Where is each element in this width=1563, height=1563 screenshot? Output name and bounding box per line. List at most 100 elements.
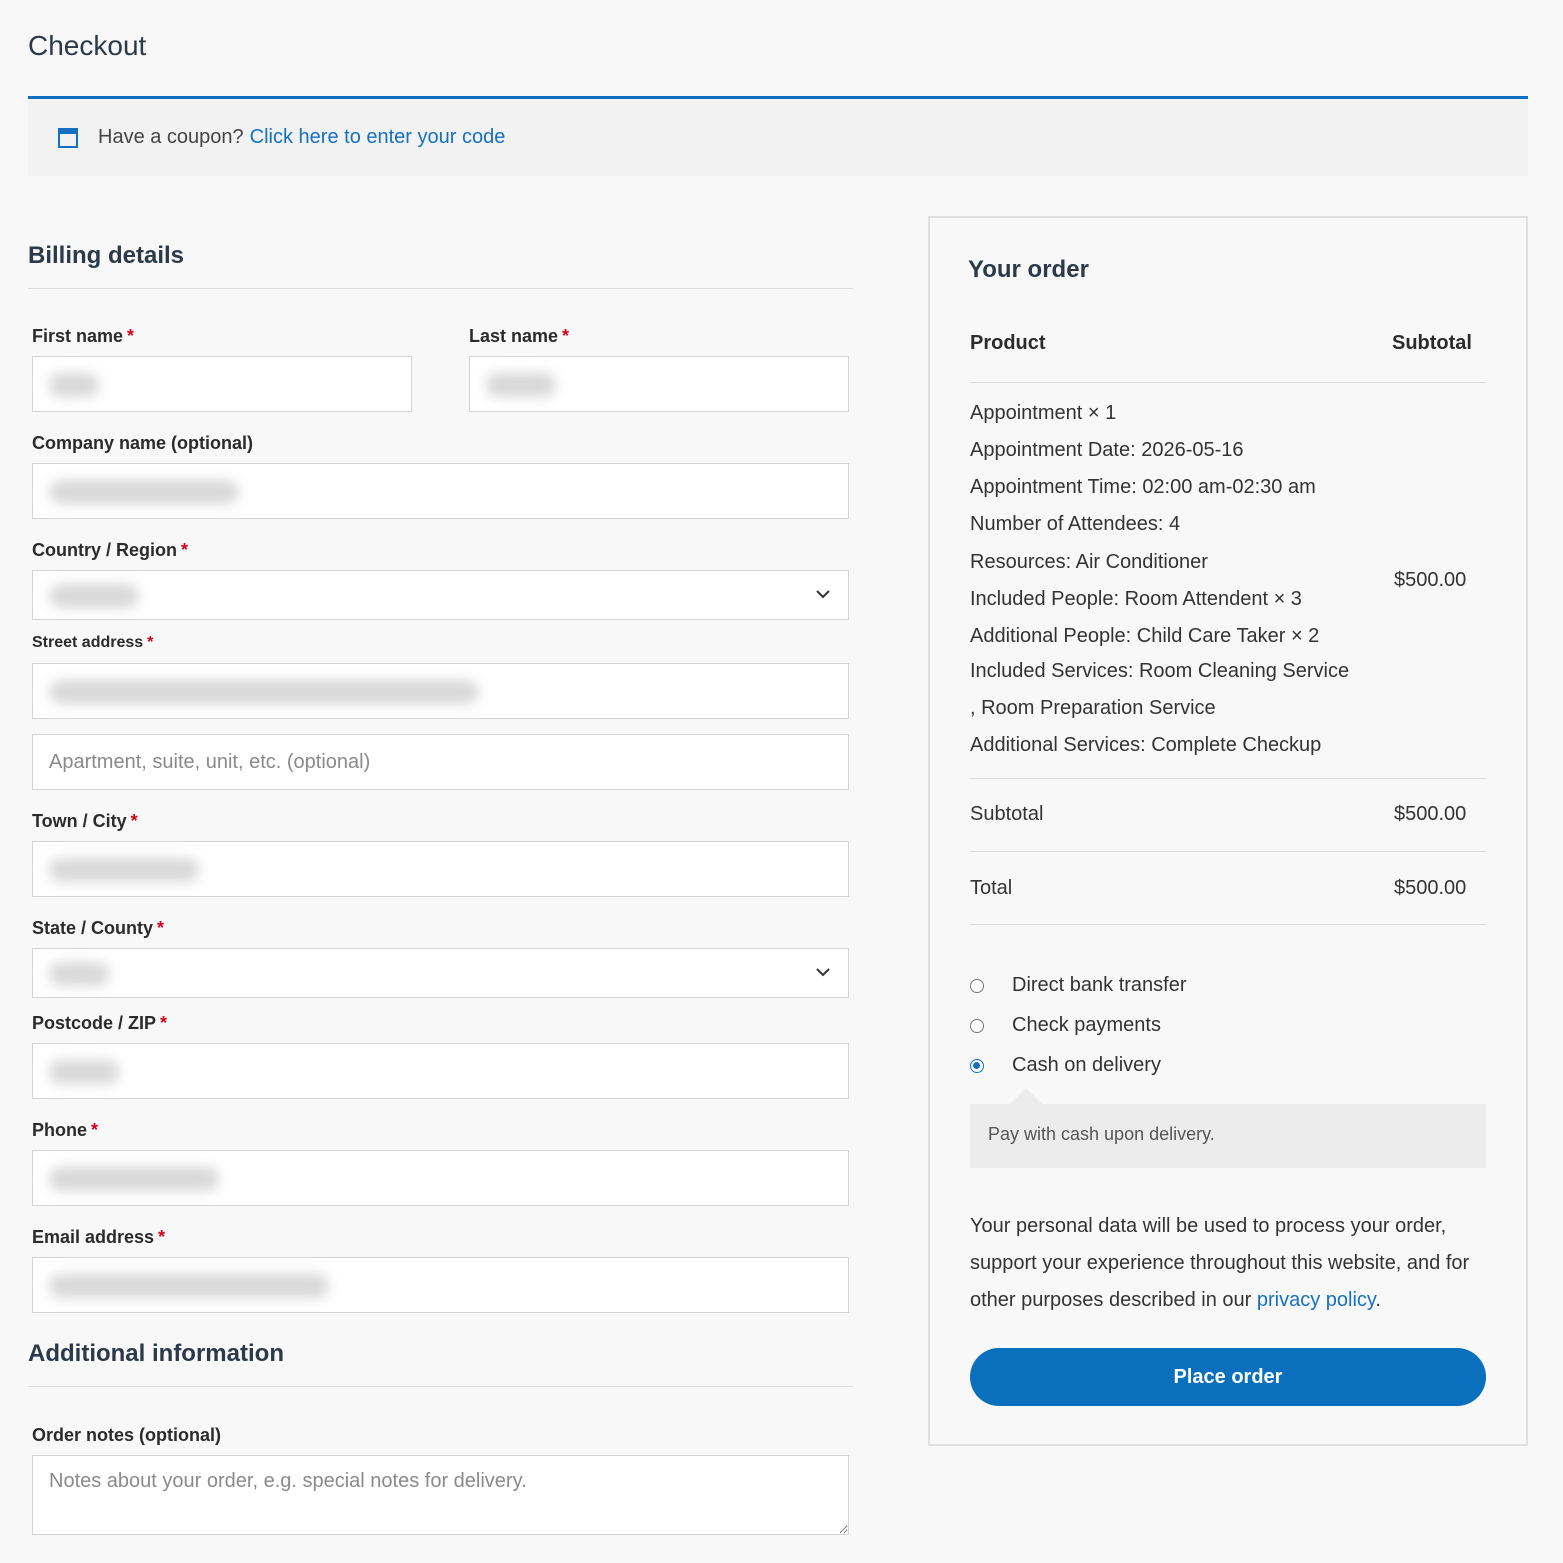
order-notes-label: Order notes (optional) [32,1425,221,1445]
redacted-value [49,584,139,608]
last-name-label: Last name [469,326,559,346]
last-name-input[interactable] [469,356,849,412]
country-select[interactable] [32,570,849,620]
street2-placeholder: Apartment, suite, unit, etc. (optional) [49,751,371,773]
chevron-down-icon [814,585,832,603]
email-label: Email address [32,1227,155,1247]
order-item-name: Appointment × 1 [970,402,1116,425]
payment-method-bank[interactable]: Direct bank transfer [970,974,1187,997]
street-input[interactable] [32,663,849,719]
meta-value: 02:00 am-02:30 am [1142,476,1316,498]
coupon-link[interactable]: Click here to enter your code [250,126,506,149]
street-field: Street address * Apartment, suite, unit, … [32,634,849,790]
meta-key: Resources: [970,551,1072,573]
page-title: Checkout [28,30,147,61]
state-label: State / County [32,918,154,938]
divider [970,778,1486,779]
order-notes-field: Order notes (optional) [32,1425,849,1540]
city-field: Town / City * [32,811,849,897]
meta-value: Room Attendent × 3 [1124,588,1302,610]
city-input[interactable] [32,841,849,897]
description-pointer [1010,1088,1042,1104]
meta-value: Room Cleaning Service [1138,660,1350,682]
item-meta-row: Appointment Time: 02:00 am-02:30 am [970,476,1316,499]
meta-key: Appointment Time: [970,476,1137,498]
email-field: Email address * [32,1227,849,1313]
required-mark: * [181,540,189,560]
redacted-value [49,962,109,986]
product-column-header: Product [970,332,1046,354]
subtotal-value: $500.00 [1394,803,1467,825]
city-label: Town / City [32,811,127,831]
payment-method-check[interactable]: Check payments [970,1014,1161,1037]
redacted-value [49,1274,329,1298]
subtotal-label: Subtotal [970,803,1044,825]
redacted-value [49,373,99,397]
item-meta-row: Included People: Room Attendent × 3 [970,588,1302,611]
item-meta-row: Number of Attendees: 4 [970,513,1180,536]
last-name-field: Last name * [469,326,849,412]
postcode-label: Postcode / ZIP [32,1013,157,1033]
privacy-policy-link[interactable]: privacy policy [1257,1289,1376,1311]
redacted-value [49,1060,119,1084]
chevron-down-icon [814,963,832,981]
subtotal-column-header: Subtotal [1392,332,1472,354]
privacy-end: . [1375,1289,1381,1311]
billing-section: Billing details [28,230,853,289]
first-name-label: First name [32,326,124,346]
street2-input[interactable]: Apartment, suite, unit, etc. (optional) [32,734,849,790]
total-label: Total [970,877,1013,899]
required-mark: * [158,1227,166,1247]
place-order-button[interactable]: Place order [970,1348,1486,1406]
street-label: Street address [32,634,144,651]
divider [970,382,1486,383]
radio-button-selected[interactable] [970,1058,984,1073]
meta-key: Included People: [970,588,1120,610]
order-notes-input[interactable] [32,1455,849,1535]
redacted-value [486,373,556,397]
radio-button[interactable] [970,978,984,993]
item-name: Appointment [970,402,1083,424]
order-title: Your order [968,256,1089,283]
item-meta-row: Appointment Date: 2026-05-16 [970,439,1244,462]
meta-value: Air Conditioner [1075,551,1208,573]
additional-section: Additional information [28,1328,853,1387]
payment-description: Pay with cash upon delivery. [970,1104,1486,1168]
item-meta-row: , Room Preparation Service [970,697,1216,720]
meta-value: Child Care Taker × 2 [1136,625,1320,647]
meta-key: Appointment Date: [970,439,1136,461]
divider [970,924,1486,925]
meta-value: Complete Checkup [1151,734,1322,756]
email-input[interactable] [32,1257,849,1313]
country-label: Country / Region [32,540,177,560]
redacted-value [49,480,239,504]
phone-field: Phone * [32,1120,849,1206]
payment-method-label: Cash on delivery [1012,1054,1161,1076]
company-field: Company name (optional) [32,433,849,519]
meta-key: Included Services: [970,660,1134,682]
meta-value: , Room Preparation Service [970,697,1216,719]
company-label: Company name (optional) [32,433,254,453]
phone-label: Phone [32,1120,88,1140]
first-name-input[interactable] [32,356,412,412]
postcode-field: Postcode / ZIP * [32,1013,849,1099]
state-select[interactable] [32,948,849,998]
required-mark: * [127,326,135,346]
privacy-text: Your personal data will be used to proce… [970,1215,1470,1311]
postcode-input[interactable] [32,1043,849,1099]
total-value: $500.00 [1394,877,1467,899]
radio-button[interactable] [970,1018,984,1033]
item-price: $500.00 [1394,569,1467,591]
meta-value: 4 [1169,513,1181,535]
state-field: State / County * [32,918,849,998]
required-mark: * [130,811,138,831]
payment-method-cod[interactable]: Cash on delivery [970,1054,1161,1077]
item-meta-row: Additional Services: Complete Checkup [970,734,1321,757]
item-qty: × 1 [1087,402,1117,424]
company-input[interactable] [32,463,849,519]
phone-input[interactable] [32,1150,849,1206]
item-meta-row: Included Services: Room Cleaning Service [970,660,1349,683]
required-mark: * [562,326,570,346]
country-field: Country / Region * [32,540,849,620]
redacted-value [49,680,479,704]
